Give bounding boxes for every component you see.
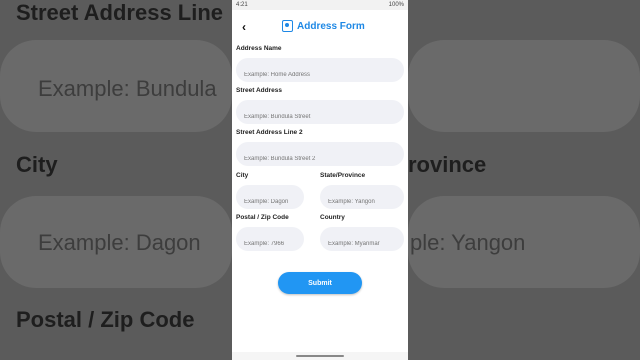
bg-label-city: City — [16, 152, 58, 177]
title-group: Address Form — [282, 20, 365, 32]
status-time: 4:21 — [236, 2, 248, 8]
address-name-label: Address Name — [236, 45, 282, 52]
app-bar: ‹ Address Form — [232, 12, 408, 42]
status-bar: 4:21 100% — [232, 0, 408, 10]
country-label: Country — [320, 214, 345, 221]
street-address-2-label: Street Address Line 2 — [236, 129, 303, 136]
street-address-2-input[interactable] — [236, 142, 404, 166]
submit-button[interactable]: Submit — [278, 272, 362, 294]
bg-placeholder-province: ple: Yangon — [410, 230, 526, 255]
country-input[interactable] — [320, 227, 404, 251]
postal-input[interactable] — [236, 227, 304, 251]
status-battery: 100% — [388, 2, 404, 8]
address-name-input[interactable] — [236, 58, 404, 82]
home-handle[interactable] — [296, 355, 344, 357]
city-input[interactable] — [236, 185, 304, 209]
bg-field-right-top — [408, 40, 640, 132]
state-label: State/Province — [320, 172, 366, 179]
bg-label-postal: Postal / Zip Code — [16, 307, 195, 332]
bg-placeholder-city: Example: Dagon — [38, 230, 201, 255]
bg-label-province: rovince — [408, 152, 487, 177]
street-address-label: Street Address — [236, 87, 282, 94]
gesture-nav-bar — [232, 352, 408, 360]
city-label: City — [236, 172, 249, 179]
phone-screen: 4:21 100% ‹ Address Form Address Name St… — [232, 0, 408, 360]
contact-card-icon — [282, 20, 293, 32]
street-address-input[interactable] — [236, 100, 404, 124]
state-input[interactable] — [320, 185, 404, 209]
postal-label: Postal / Zip Code — [236, 214, 289, 221]
bg-label-street-line-2: Street Address Line — [16, 0, 224, 25]
bg-placeholder-street-line-2: Example: Bundula — [38, 76, 217, 101]
back-arrow-icon[interactable]: ‹ — [242, 20, 246, 34]
page-title: Address Form — [297, 20, 365, 32]
